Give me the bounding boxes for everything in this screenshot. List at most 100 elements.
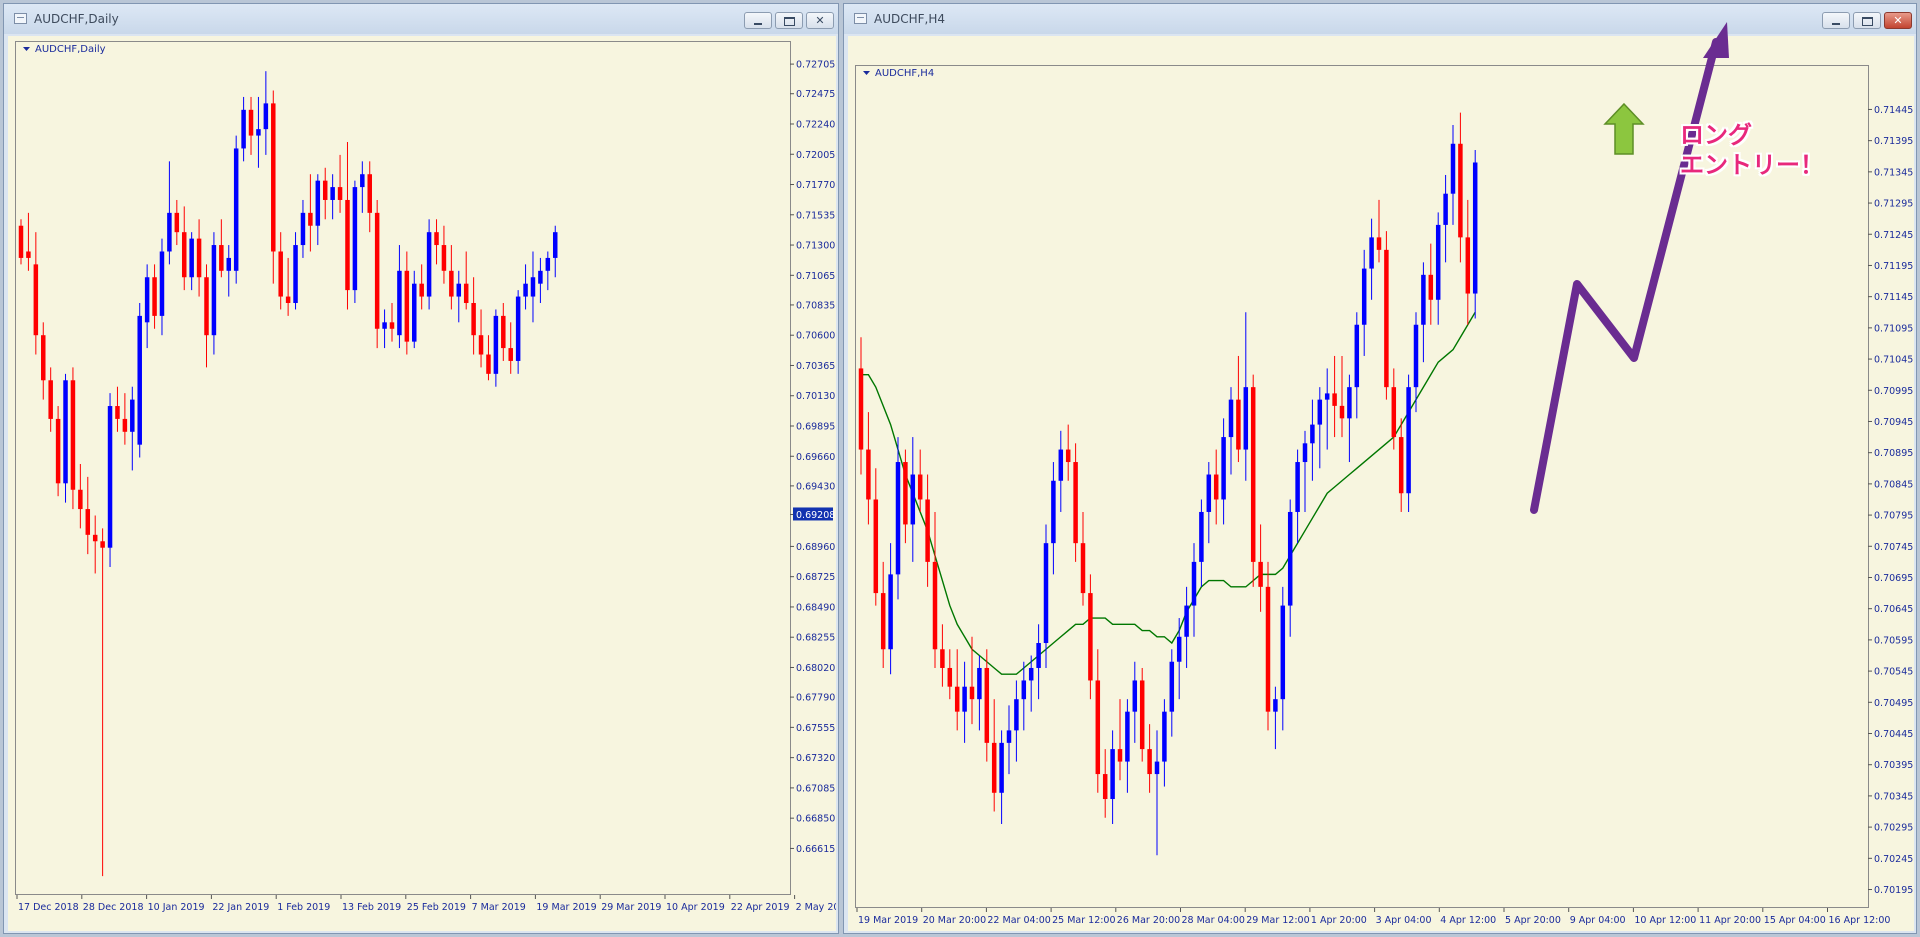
y-tick-label: 0.71195	[1874, 261, 1913, 272]
bear-candle	[78, 489, 83, 510]
bear-candle	[1465, 237, 1471, 294]
bull-candle	[999, 742, 1004, 793]
bear-candle	[1384, 249, 1389, 388]
bull-candle	[256, 129, 261, 136]
bull-candle	[1043, 543, 1049, 644]
bull-candle	[1302, 443, 1308, 463]
bear-candle	[18, 225, 24, 258]
bear-candle	[969, 686, 975, 700]
bull-candle	[1162, 711, 1167, 762]
bear-candle	[858, 368, 864, 450]
close-button[interactable]: ✕	[806, 12, 834, 29]
y-tick-label: 0.67790	[796, 693, 835, 704]
bear-candle	[463, 283, 469, 304]
bull-candle	[1443, 193, 1448, 225]
bull-candle	[211, 245, 217, 336]
bull-candle	[1317, 399, 1323, 425]
y-tick-label: 0.71065	[796, 271, 835, 282]
y-tick-label: 0.70545	[1874, 667, 1913, 678]
x-tick-label: 1 Apr 20:00	[1311, 915, 1367, 926]
maximize-button[interactable]	[775, 12, 803, 29]
note-line-2: エントリー！	[1680, 151, 1824, 179]
chart-window-daily[interactable]: AUDCHF,Daily ✕ AUDCHF,Daily 0.72705 0.7247…	[3, 3, 839, 934]
x-tick-label: 10 Apr 2019	[666, 902, 725, 913]
price-chart-daily[interactable]: AUDCHF,Daily 0.72705 0.72475 0.72240 0.72005…	[8, 36, 836, 931]
bear-candle	[41, 335, 46, 381]
y-tick-label: 0.70345	[1874, 791, 1913, 802]
bear-candle	[271, 103, 276, 252]
chart-symbol-label: AUDCHF,H4	[875, 68, 934, 79]
bear-candle	[308, 212, 313, 226]
bull-candle	[412, 283, 417, 342]
bull-candle	[360, 174, 365, 188]
bear-candle	[1258, 561, 1263, 587]
bear-candle	[1095, 680, 1101, 775]
bull-candle	[1028, 667, 1034, 681]
x-tick-label: 4 Apr 12:00	[1440, 915, 1496, 926]
x-tick-label: 16 Apr 12:00	[1829, 915, 1891, 926]
bull-candle	[523, 283, 528, 297]
bull-candle	[538, 270, 543, 284]
bull-candle	[352, 187, 358, 291]
bull-candle	[1324, 393, 1330, 400]
x-tick-label: 25 Mar 12:00	[1052, 915, 1115, 926]
x-tick-label: 19 Mar 2019	[536, 902, 596, 913]
bull-candle	[300, 212, 306, 246]
bull-candle	[1036, 643, 1041, 668]
y-tick-label: 0.70195	[1874, 885, 1913, 896]
bear-candle	[389, 322, 395, 329]
bull-candle	[888, 574, 893, 650]
bull-candle	[1191, 561, 1197, 606]
bear-candle	[1332, 393, 1337, 406]
title-bar[interactable]: AUDCHF,H4 ✕	[844, 4, 1916, 34]
y-tick-label: 0.71445	[1874, 105, 1913, 116]
bear-candle	[92, 534, 98, 542]
bull-candle	[1354, 324, 1360, 388]
y-tick-label: 0.70295	[1874, 823, 1913, 834]
chart-background	[8, 36, 836, 931]
bull-candle	[493, 315, 499, 374]
bull-candle	[530, 277, 536, 297]
y-tick-label: 0.69895	[796, 421, 835, 432]
window-title: AUDCHF,Daily	[34, 12, 119, 26]
note-line-1: ロング	[1680, 121, 1752, 149]
minimize-button[interactable]	[744, 12, 772, 29]
y-tick-label: 0.67555	[796, 723, 835, 734]
bear-candle	[917, 474, 923, 500]
y-tick-label: 0.70695	[1874, 573, 1913, 584]
y-tick-label: 0.71045	[1874, 355, 1913, 366]
bull-candle	[1295, 462, 1300, 512]
bull-candle	[107, 406, 113, 548]
y-tick-label: 0.68020	[796, 663, 835, 674]
bull-candle	[137, 315, 142, 445]
bear-candle	[152, 277, 157, 316]
y-tick-label: 0.70995	[1874, 386, 1913, 397]
bull-candle	[552, 232, 558, 258]
bear-candle	[248, 109, 254, 136]
bull-candle	[1006, 730, 1012, 743]
bull-candle	[144, 277, 150, 323]
y-tick-label: 0.70365	[796, 361, 835, 372]
bear-candle	[932, 561, 938, 650]
bull-candle	[233, 148, 239, 271]
bear-candle	[181, 232, 187, 278]
bear-candle	[404, 270, 410, 342]
bull-candle	[1014, 699, 1019, 731]
x-tick-label: 3 Apr 04:00	[1376, 915, 1432, 926]
close-button[interactable]: ✕	[1884, 12, 1912, 29]
bear-candle	[940, 649, 945, 668]
bull-candle	[63, 380, 68, 484]
maximize-button[interactable]	[1853, 12, 1881, 29]
title-bar[interactable]: AUDCHF,Daily ✕	[4, 4, 838, 34]
bull-candle	[1154, 761, 1160, 775]
bear-candle	[478, 335, 484, 355]
bear-candle	[100, 541, 105, 548]
y-tick-label: 0.71300	[796, 241, 835, 252]
bear-candle	[1102, 774, 1108, 800]
y-tick-label: 0.68255	[796, 633, 835, 644]
bear-candle	[374, 212, 380, 329]
y-tick-label: 0.70445	[1874, 729, 1913, 740]
minimize-button[interactable]	[1822, 12, 1850, 29]
bull-candle	[1228, 399, 1234, 438]
bear-candle	[1250, 387, 1256, 562]
